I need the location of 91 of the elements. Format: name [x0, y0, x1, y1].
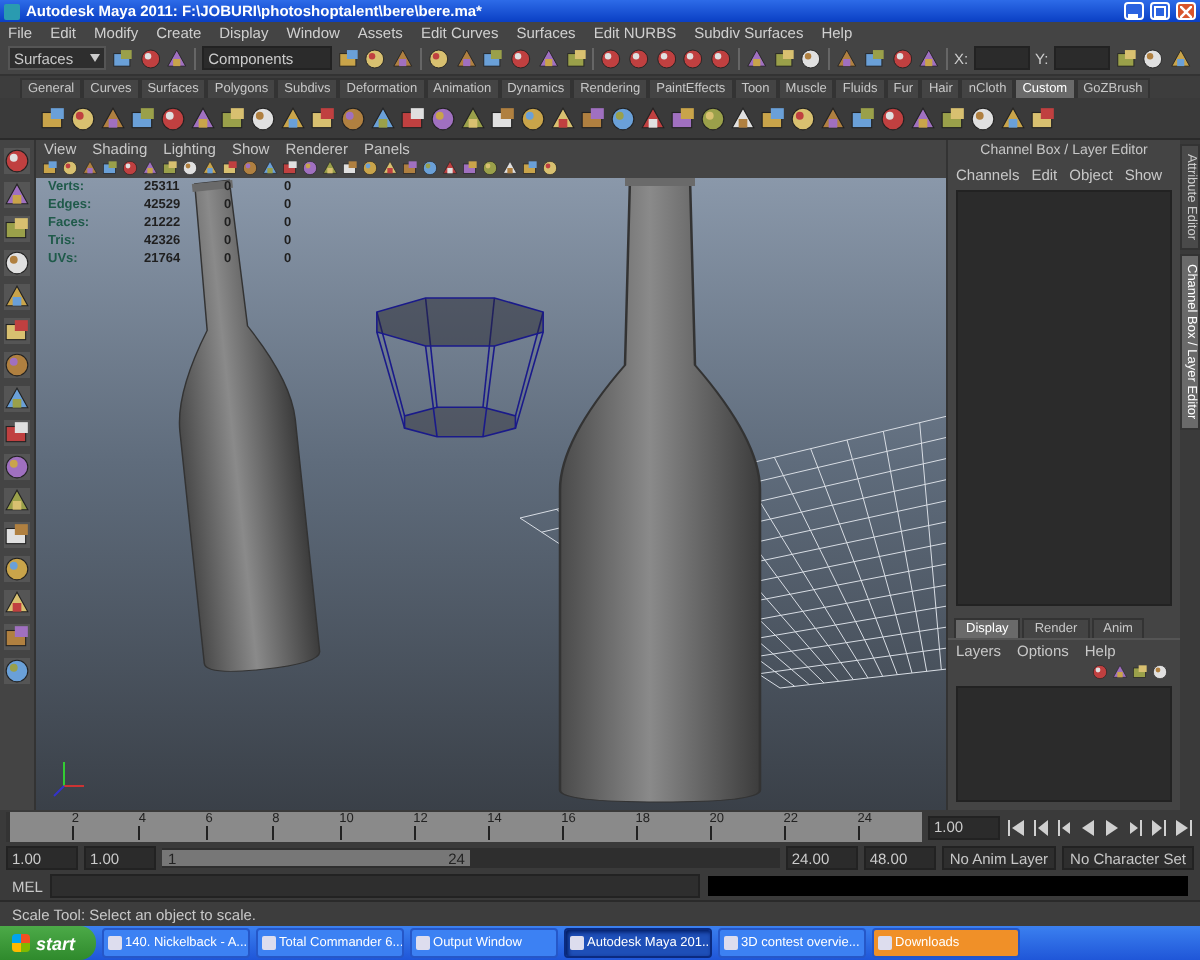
tool-icon[interactable] — [4, 556, 30, 582]
shelf-tool-icon[interactable] — [370, 105, 396, 131]
panel-tool-icon[interactable] — [162, 160, 178, 176]
shelf-tool-icon[interactable] — [1000, 105, 1026, 131]
shelf-tool-icon[interactable] — [670, 105, 696, 131]
maximize-button[interactable] — [1150, 2, 1170, 20]
panel-tool-icon[interactable] — [382, 160, 398, 176]
shelf-tool-icon[interactable] — [40, 105, 66, 131]
shelf-tool-icon[interactable] — [640, 105, 666, 131]
panel-tool-icon[interactable] — [522, 160, 538, 176]
minimize-button[interactable] — [1124, 2, 1144, 20]
tool-icon[interactable] — [4, 658, 30, 684]
tool-icon[interactable] — [4, 488, 30, 514]
panel-tool-icon[interactable] — [282, 160, 298, 176]
caret-icon — [89, 54, 100, 62]
step-forward-frame-button[interactable] — [1126, 817, 1146, 837]
panel-tool-icon[interactable] — [62, 160, 78, 176]
panel-tool-icon[interactable] — [302, 160, 318, 176]
tool-icon[interactable] — [4, 386, 30, 412]
shelf-tool-icon[interactable] — [310, 105, 336, 131]
tool-icon[interactable] — [4, 284, 30, 310]
shelf-tool-icon[interactable] — [760, 105, 786, 131]
tool-icon[interactable] — [4, 148, 30, 174]
tool-icon[interactable] — [4, 522, 30, 548]
panel-tool-icon[interactable] — [182, 160, 198, 176]
tool-icon[interactable] — [4, 318, 30, 344]
maximize-icon — [1154, 5, 1166, 17]
shelf-tool-icon[interactable] — [520, 105, 546, 131]
panel-tool-icon[interactable] — [442, 160, 458, 176]
shelf-tool-icon[interactable] — [790, 105, 816, 131]
shelf-tool-icon[interactable] — [700, 105, 726, 131]
step-back-frame-button[interactable] — [1054, 817, 1074, 837]
y-input-field[interactable] — [1054, 46, 1110, 70]
panel-tool-icon[interactable] — [262, 160, 278, 176]
shelf-tool-icon[interactable] — [160, 105, 186, 131]
panel-tool-icon[interactable] — [362, 160, 378, 176]
shelf-tool-icon[interactable] — [280, 105, 306, 131]
close-button[interactable] — [1176, 2, 1196, 20]
shelf-tool-icon[interactable] — [190, 105, 216, 131]
panel-tool-icon[interactable] — [102, 160, 118, 176]
layer-tool-icon[interactable] — [1132, 664, 1148, 680]
go-to-end-button[interactable] — [1174, 817, 1194, 837]
shelf-tool-icon[interactable] — [610, 105, 636, 131]
shelf-tool-icon[interactable] — [940, 105, 966, 131]
play-backward-button[interactable] — [1078, 817, 1098, 837]
shelf-tool-icon[interactable] — [850, 105, 876, 131]
panel-tool-icon[interactable] — [542, 160, 558, 176]
panel-tool-icon[interactable] — [462, 160, 478, 176]
layer-tool-icon[interactable] — [1112, 664, 1128, 680]
go-to-start-button[interactable] — [1006, 817, 1026, 837]
tool-icon[interactable] — [4, 250, 30, 276]
panel-tool-icon[interactable] — [342, 160, 358, 176]
tool-icon[interactable] — [4, 454, 30, 480]
play-forward-button[interactable] — [1102, 817, 1122, 837]
shelf-tool-icon[interactable] — [430, 105, 456, 131]
tool-icon[interactable] — [4, 420, 30, 446]
shelf-tool-icon[interactable] — [250, 105, 276, 131]
shelf-tool-icon[interactable] — [400, 105, 426, 131]
step-back-key-button[interactable] — [1030, 817, 1050, 837]
tool-icon[interactable] — [4, 182, 30, 208]
tool-icon[interactable] — [4, 216, 30, 242]
panel-tool-icon[interactable] — [222, 160, 238, 176]
tool-icon[interactable] — [4, 590, 30, 616]
shelf-tool-icon[interactable] — [70, 105, 96, 131]
shelf-tool-icon[interactable] — [550, 105, 576, 131]
shelf-tool-icon[interactable] — [730, 105, 756, 131]
panel-tool-icon[interactable] — [482, 160, 498, 176]
layer-tool-icon[interactable] — [1092, 664, 1108, 680]
layer-tool-icon[interactable] — [1152, 664, 1168, 680]
shelf-tool-icon[interactable] — [1030, 105, 1056, 131]
shelf-tool-icon[interactable] — [970, 105, 996, 131]
axis-icon — [53, 761, 85, 797]
panel-tool-icon[interactable] — [142, 160, 158, 176]
app-icon — [4, 3, 20, 19]
panel-tool-icon[interactable] — [322, 160, 338, 176]
current-frame-marker[interactable] — [6, 812, 10, 842]
panel-tool-icon[interactable] — [502, 160, 518, 176]
step-forward-key-button[interactable] — [1150, 817, 1170, 837]
shelf-tool-icon[interactable] — [220, 105, 246, 131]
panel-tool-icon[interactable] — [202, 160, 218, 176]
shelf-tool-icon[interactable] — [490, 105, 516, 131]
shelf-tool-icon[interactable] — [130, 105, 156, 131]
panel-tool-icon[interactable] — [122, 160, 138, 176]
close-icon — [1180, 5, 1192, 17]
panel-tool-icon[interactable] — [42, 160, 58, 176]
shelf-tool-icon[interactable] — [910, 105, 936, 131]
shelf-tool-icon[interactable] — [460, 105, 486, 131]
command-input-field[interactable] — [50, 874, 700, 898]
shelf-tool-icon[interactable] — [880, 105, 906, 131]
start-button[interactable]: start — [0, 926, 96, 960]
x-input-field[interactable] — [974, 46, 1030, 70]
